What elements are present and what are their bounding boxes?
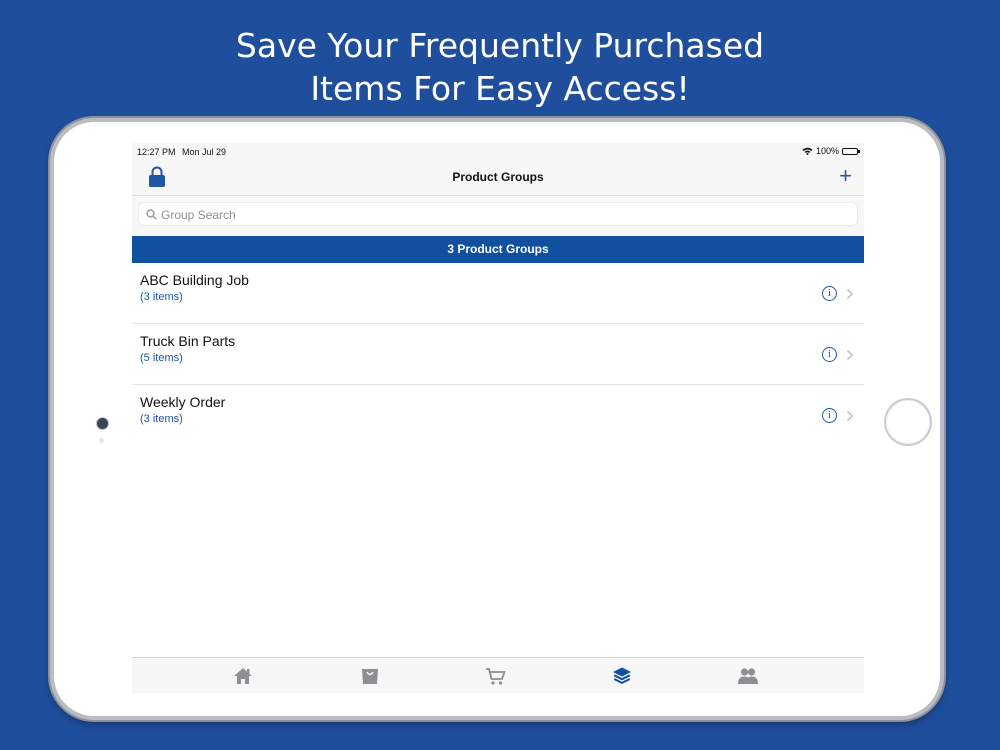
group-list: ABC Building Job (3 items) i Truck Bin P… bbox=[132, 263, 864, 445]
page-title: Product Groups bbox=[452, 170, 544, 184]
group-name: Weekly Order bbox=[140, 394, 226, 410]
cart-icon[interactable] bbox=[485, 666, 507, 686]
section-header: 3 Product Groups bbox=[132, 236, 864, 263]
battery-icon bbox=[842, 147, 860, 155]
status-bar: 12:27 PM Mon Jul 29 100% bbox=[132, 143, 864, 161]
camera-icon bbox=[96, 417, 109, 430]
tab-bar bbox=[132, 657, 864, 693]
search-icon bbox=[146, 209, 157, 220]
sensor-dot bbox=[99, 438, 104, 443]
group-name: ABC Building Job bbox=[140, 272, 249, 288]
layers-icon[interactable] bbox=[611, 666, 633, 686]
headline-line-2: Items For Easy Access! bbox=[310, 69, 690, 108]
group-item-count: (3 items) bbox=[140, 413, 183, 425]
group-row-truck-bin-parts[interactable]: Truck Bin Parts (5 items) i bbox=[132, 324, 864, 385]
shopping-bag-icon[interactable] bbox=[359, 666, 381, 686]
promo-headline: Save Your Frequently Purchased Items For… bbox=[0, 24, 1000, 110]
headline-line-1: Save Your Frequently Purchased bbox=[235, 26, 765, 65]
home-button[interactable] bbox=[884, 398, 932, 446]
status-right: 100% bbox=[802, 146, 860, 156]
search-box[interactable] bbox=[138, 202, 858, 226]
group-name: Truck Bin Parts bbox=[140, 333, 236, 349]
chevron-right-icon bbox=[846, 288, 854, 300]
info-icon[interactable]: i bbox=[822, 286, 837, 301]
nav-bar: Product Groups + bbox=[132, 161, 864, 196]
wifi-icon bbox=[802, 147, 813, 155]
info-icon[interactable]: i bbox=[822, 347, 837, 362]
chevron-right-icon bbox=[846, 349, 854, 361]
users-icon[interactable] bbox=[737, 666, 759, 686]
status-time: 12:27 PM bbox=[137, 147, 176, 157]
battery-percent: 100% bbox=[815, 146, 839, 156]
group-row-weekly-order[interactable]: Weekly Order (3 items) i bbox=[132, 385, 864, 445]
add-group-button[interactable]: + bbox=[839, 164, 852, 188]
search-bar bbox=[132, 196, 864, 236]
info-icon[interactable]: i bbox=[822, 408, 837, 423]
search-input[interactable] bbox=[159, 206, 843, 224]
group-item-count: (3 items) bbox=[140, 291, 183, 303]
group-item-count: (5 items) bbox=[140, 352, 183, 364]
status-date: Mon Jul 29 bbox=[182, 147, 227, 157]
app-screen: 12:27 PM Mon Jul 29 100% Product Groups … bbox=[132, 143, 864, 693]
chevron-right-icon bbox=[846, 410, 854, 422]
group-row-abc-building-job[interactable]: ABC Building Job (3 items) i bbox=[132, 263, 864, 324]
home-icon[interactable] bbox=[232, 666, 254, 686]
